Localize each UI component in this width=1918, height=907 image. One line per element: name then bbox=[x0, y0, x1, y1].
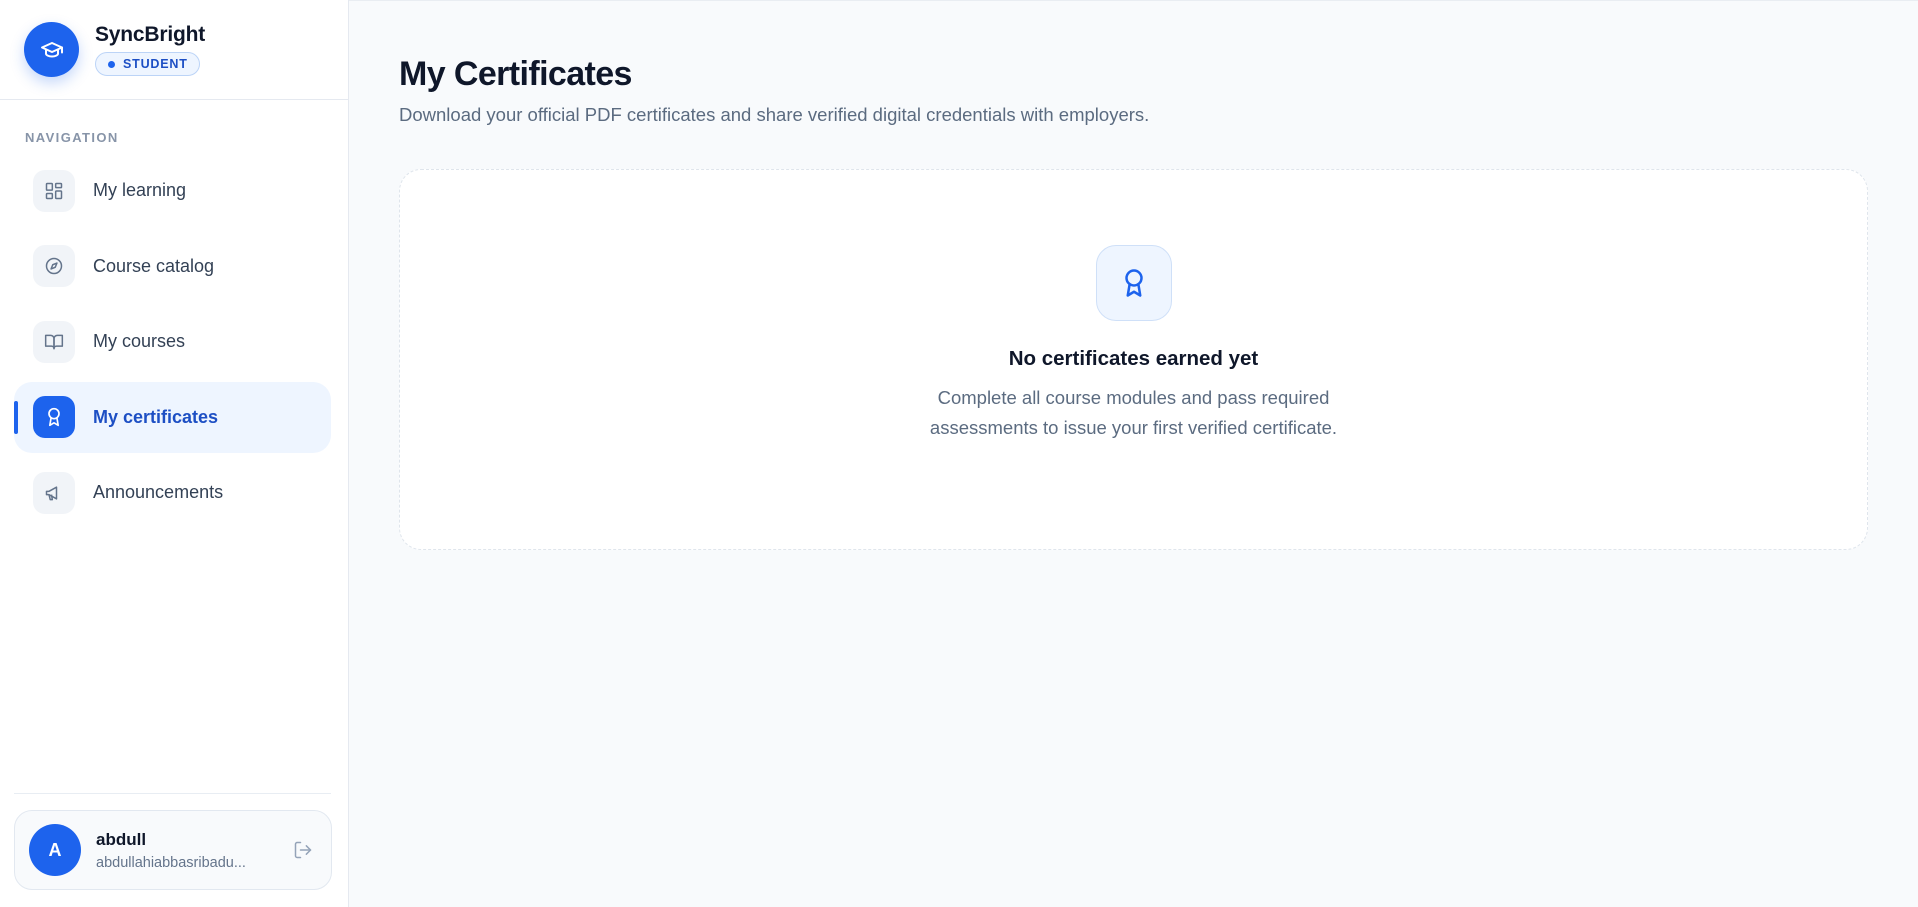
sidebar-item-my-courses[interactable]: My courses bbox=[14, 306, 331, 377]
avatar: A bbox=[29, 824, 81, 876]
sidebar-item-label: My courses bbox=[93, 331, 186, 351]
sidebar-item-label: My certificates bbox=[93, 406, 219, 427]
compass-icon bbox=[33, 245, 75, 287]
user-email: abdullahiabbasribadu... bbox=[96, 854, 246, 871]
role-label: STUDENT bbox=[123, 57, 188, 71]
logout-icon bbox=[294, 841, 312, 859]
page-title: My Certificates bbox=[399, 55, 632, 93]
divider bbox=[14, 793, 331, 794]
user-card[interactable]: A abdull abdullahiabbasribadu... bbox=[14, 810, 332, 890]
megaphone-icon bbox=[33, 471, 75, 514]
page-subtitle: Download your official PDF certificates … bbox=[399, 104, 1150, 125]
sidebar-item-my-learning[interactable]: My learning bbox=[14, 155, 331, 226]
role-badge: STUDENT bbox=[95, 52, 200, 76]
sidebar-item-announcements[interactable]: Announcements bbox=[14, 457, 331, 528]
award-icon bbox=[33, 396, 75, 438]
status-dot-icon bbox=[108, 60, 115, 68]
sidebar-item-my-certificates[interactable]: My certificates bbox=[14, 381, 331, 453]
user-name: abdull bbox=[96, 829, 147, 849]
main-content: My Certificates Download your official P… bbox=[349, 0, 1918, 907]
nav-heading: NAVIGATION bbox=[25, 130, 119, 145]
sidebar-nav: My learning Course catalog My courses My… bbox=[0, 155, 348, 528]
brand: SyncBright STUDENT bbox=[0, 0, 348, 100]
sidebar: SyncBright STUDENT NAVIGATION My learnin… bbox=[0, 0, 349, 907]
empty-state-text: Complete all course modules and pass req… bbox=[929, 387, 1338, 438]
empty-state-card: No certificates earned yet Complete all … bbox=[399, 169, 1868, 550]
sidebar-item-label: My learning bbox=[93, 180, 187, 200]
sidebar-item-label: Course catalog bbox=[93, 255, 215, 276]
dashboard-icon bbox=[33, 169, 75, 212]
award-icon bbox=[1095, 245, 1172, 321]
graduation-cap-icon[interactable] bbox=[24, 22, 79, 77]
brand-name: SyncBright bbox=[95, 23, 206, 46]
sidebar-item-label: Announcements bbox=[93, 482, 224, 502]
book-open-icon bbox=[33, 320, 75, 363]
empty-state-title: No certificates earned yet bbox=[1008, 347, 1259, 370]
logout-button[interactable] bbox=[286, 833, 320, 867]
app: SyncBright STUDENT NAVIGATION My learnin… bbox=[0, 0, 1918, 907]
sidebar-item-course-catalog[interactable]: Course catalog bbox=[14, 231, 331, 302]
